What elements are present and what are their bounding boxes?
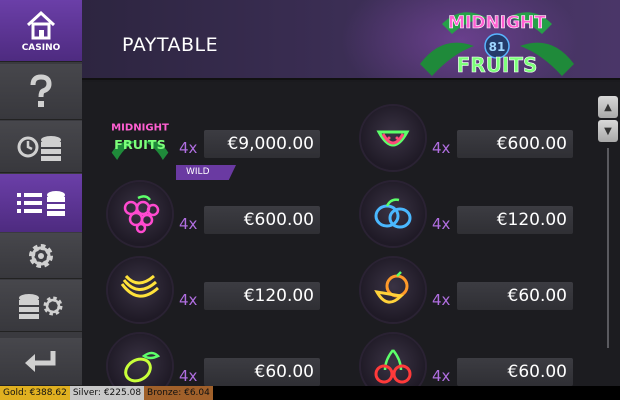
symbol-midnight-fruits-wild: MIDNIGHT FRUITS: [108, 106, 172, 170]
svg-text:MIDNIGHT: MIDNIGHT: [111, 123, 169, 134]
help-button[interactable]: [0, 64, 82, 120]
multiplier: 4x: [432, 367, 451, 385]
midnight-fruits-wild-icon: MIDNIGHT FRUITS: [111, 123, 169, 160]
history-coins-icon: [17, 135, 61, 161]
symbol-plums: [361, 182, 425, 246]
scroll-up-button[interactable]: ▲: [598, 96, 618, 118]
lemon-icon: [124, 351, 161, 383]
banana-icon: [120, 274, 160, 298]
payout-value: €9,000.00: [204, 130, 320, 158]
symbol-banana: [108, 258, 172, 322]
history-button[interactable]: [0, 121, 82, 173]
bronze-jackpot: Bronze: €6.04: [144, 386, 213, 400]
home-icon: [26, 10, 56, 39]
return-arrow-icon: [25, 350, 56, 372]
multiplier: 4x: [179, 215, 198, 233]
multiplier: 4x: [179, 367, 198, 385]
payout-value: €60.00: [457, 282, 573, 310]
casino-label: CASINO: [21, 42, 61, 53]
scrollbar[interactable]: ▲ ▼: [596, 96, 618, 356]
paytable-entry-lemon: 4x €60.00: [82, 334, 320, 386]
jackpot-status-bar: Gold: €388.62 Silver: €225.08 Bronze: €6.0…: [0, 386, 620, 400]
orange-icon: [374, 271, 409, 304]
payout-value: €120.00: [204, 282, 320, 310]
symbol-lemon: [108, 334, 172, 386]
paytable-entry-banana: 4x €120.00: [82, 258, 320, 322]
payout-value: €600.00: [457, 130, 573, 158]
svg-text:81: 81: [489, 40, 506, 54]
paytable-entry-plums: 4x €120.00: [335, 182, 573, 246]
paytable-entry-watermelon: 4x €600.00: [335, 106, 573, 170]
wild-badge: WILD: [176, 165, 236, 180]
back-button[interactable]: [0, 338, 82, 386]
symbol-orange: [361, 258, 425, 322]
coins-gear-icon: [19, 293, 63, 319]
symbol-grapes: [108, 182, 172, 246]
paytable-content: MIDNIGHT FRUITS 4x €9,000.00 WILD 4x €60…: [82, 82, 620, 386]
question-icon: [30, 73, 52, 107]
grapes-icon: [123, 195, 160, 234]
multiplier: 4x: [432, 139, 451, 157]
symbol-watermelon: [361, 106, 425, 170]
plums-icon: [374, 198, 412, 229]
multiplier: 4x: [179, 139, 198, 157]
triangle-up-icon: ▲: [604, 101, 612, 113]
silver-jackpot: Silver: €225.08: [69, 386, 145, 400]
casino-button[interactable]: CASINO: [0, 0, 82, 62]
scroll-track-line: [607, 148, 609, 348]
settings-button[interactable]: [0, 233, 82, 279]
payout-value: €60.00: [457, 358, 573, 386]
header: PAYTABLE MIDNIGHT 81 FRUITS: [82, 0, 620, 80]
svg-text:MIDNIGHT: MIDNIGHT: [448, 13, 546, 33]
payout-value: €120.00: [457, 206, 573, 234]
autoplay-settings-button[interactable]: [0, 280, 82, 332]
triangle-down-icon: ▼: [604, 125, 612, 137]
svg-text:FRUITS: FRUITS: [114, 138, 166, 153]
paytable-entry-grapes: 4x €600.00: [82, 182, 320, 246]
cherries-icon: [374, 349, 412, 384]
symbol-cherries: [361, 334, 425, 386]
sidebar: CASINO: [0, 0, 94, 386]
svg-text:FRUITS: FRUITS: [457, 53, 538, 77]
gear-icon: [29, 243, 53, 268]
payout-value: €60.00: [204, 358, 320, 386]
multiplier: 4x: [179, 291, 198, 309]
payout-value: €600.00: [204, 206, 320, 234]
paytable-entry-wild: MIDNIGHT FRUITS 4x €9,000.00 WILD: [82, 106, 320, 180]
multiplier: 4x: [432, 215, 451, 233]
scroll-down-button[interactable]: ▼: [598, 120, 618, 142]
multiplier: 4x: [432, 291, 451, 309]
paytable-entry-orange: 4x €60.00: [335, 258, 573, 322]
paytable-list-coins-icon: [17, 191, 65, 216]
gold-jackpot: Gold: €388.62: [0, 386, 70, 400]
midnight-fruits-logo: MIDNIGHT 81 FRUITS: [420, 12, 574, 77]
paytable-button[interactable]: [0, 174, 94, 232]
page-title: PAYTABLE: [122, 34, 219, 56]
watermelon-icon: [376, 130, 410, 147]
paytable-entry-cherries: 4x €60.00: [335, 334, 573, 386]
